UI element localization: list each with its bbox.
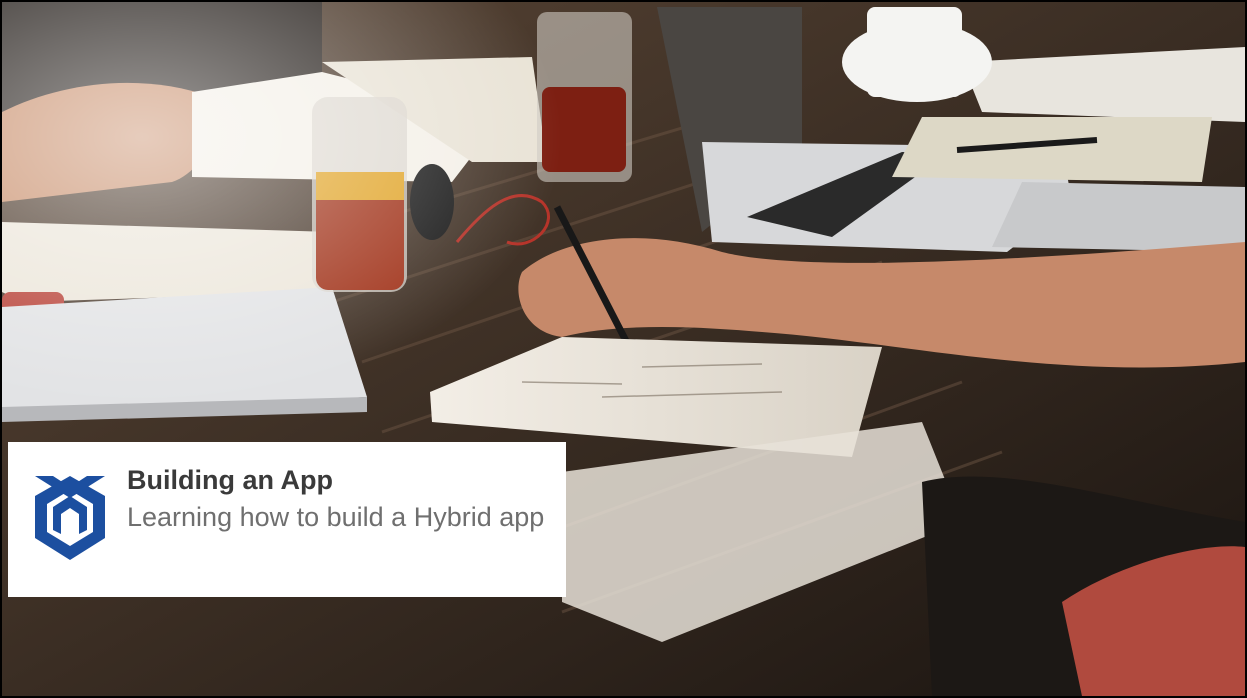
slide-title: Building an App <box>127 465 333 495</box>
slide-caption-card: Building an App Learning how to build a … <box>8 442 566 597</box>
slide-frame: Building an App Learning how to build a … <box>0 0 1247 698</box>
slide-subtitle: Learning how to build a Hybrid app <box>127 502 545 532</box>
brand-logo-icon <box>35 476 105 560</box>
